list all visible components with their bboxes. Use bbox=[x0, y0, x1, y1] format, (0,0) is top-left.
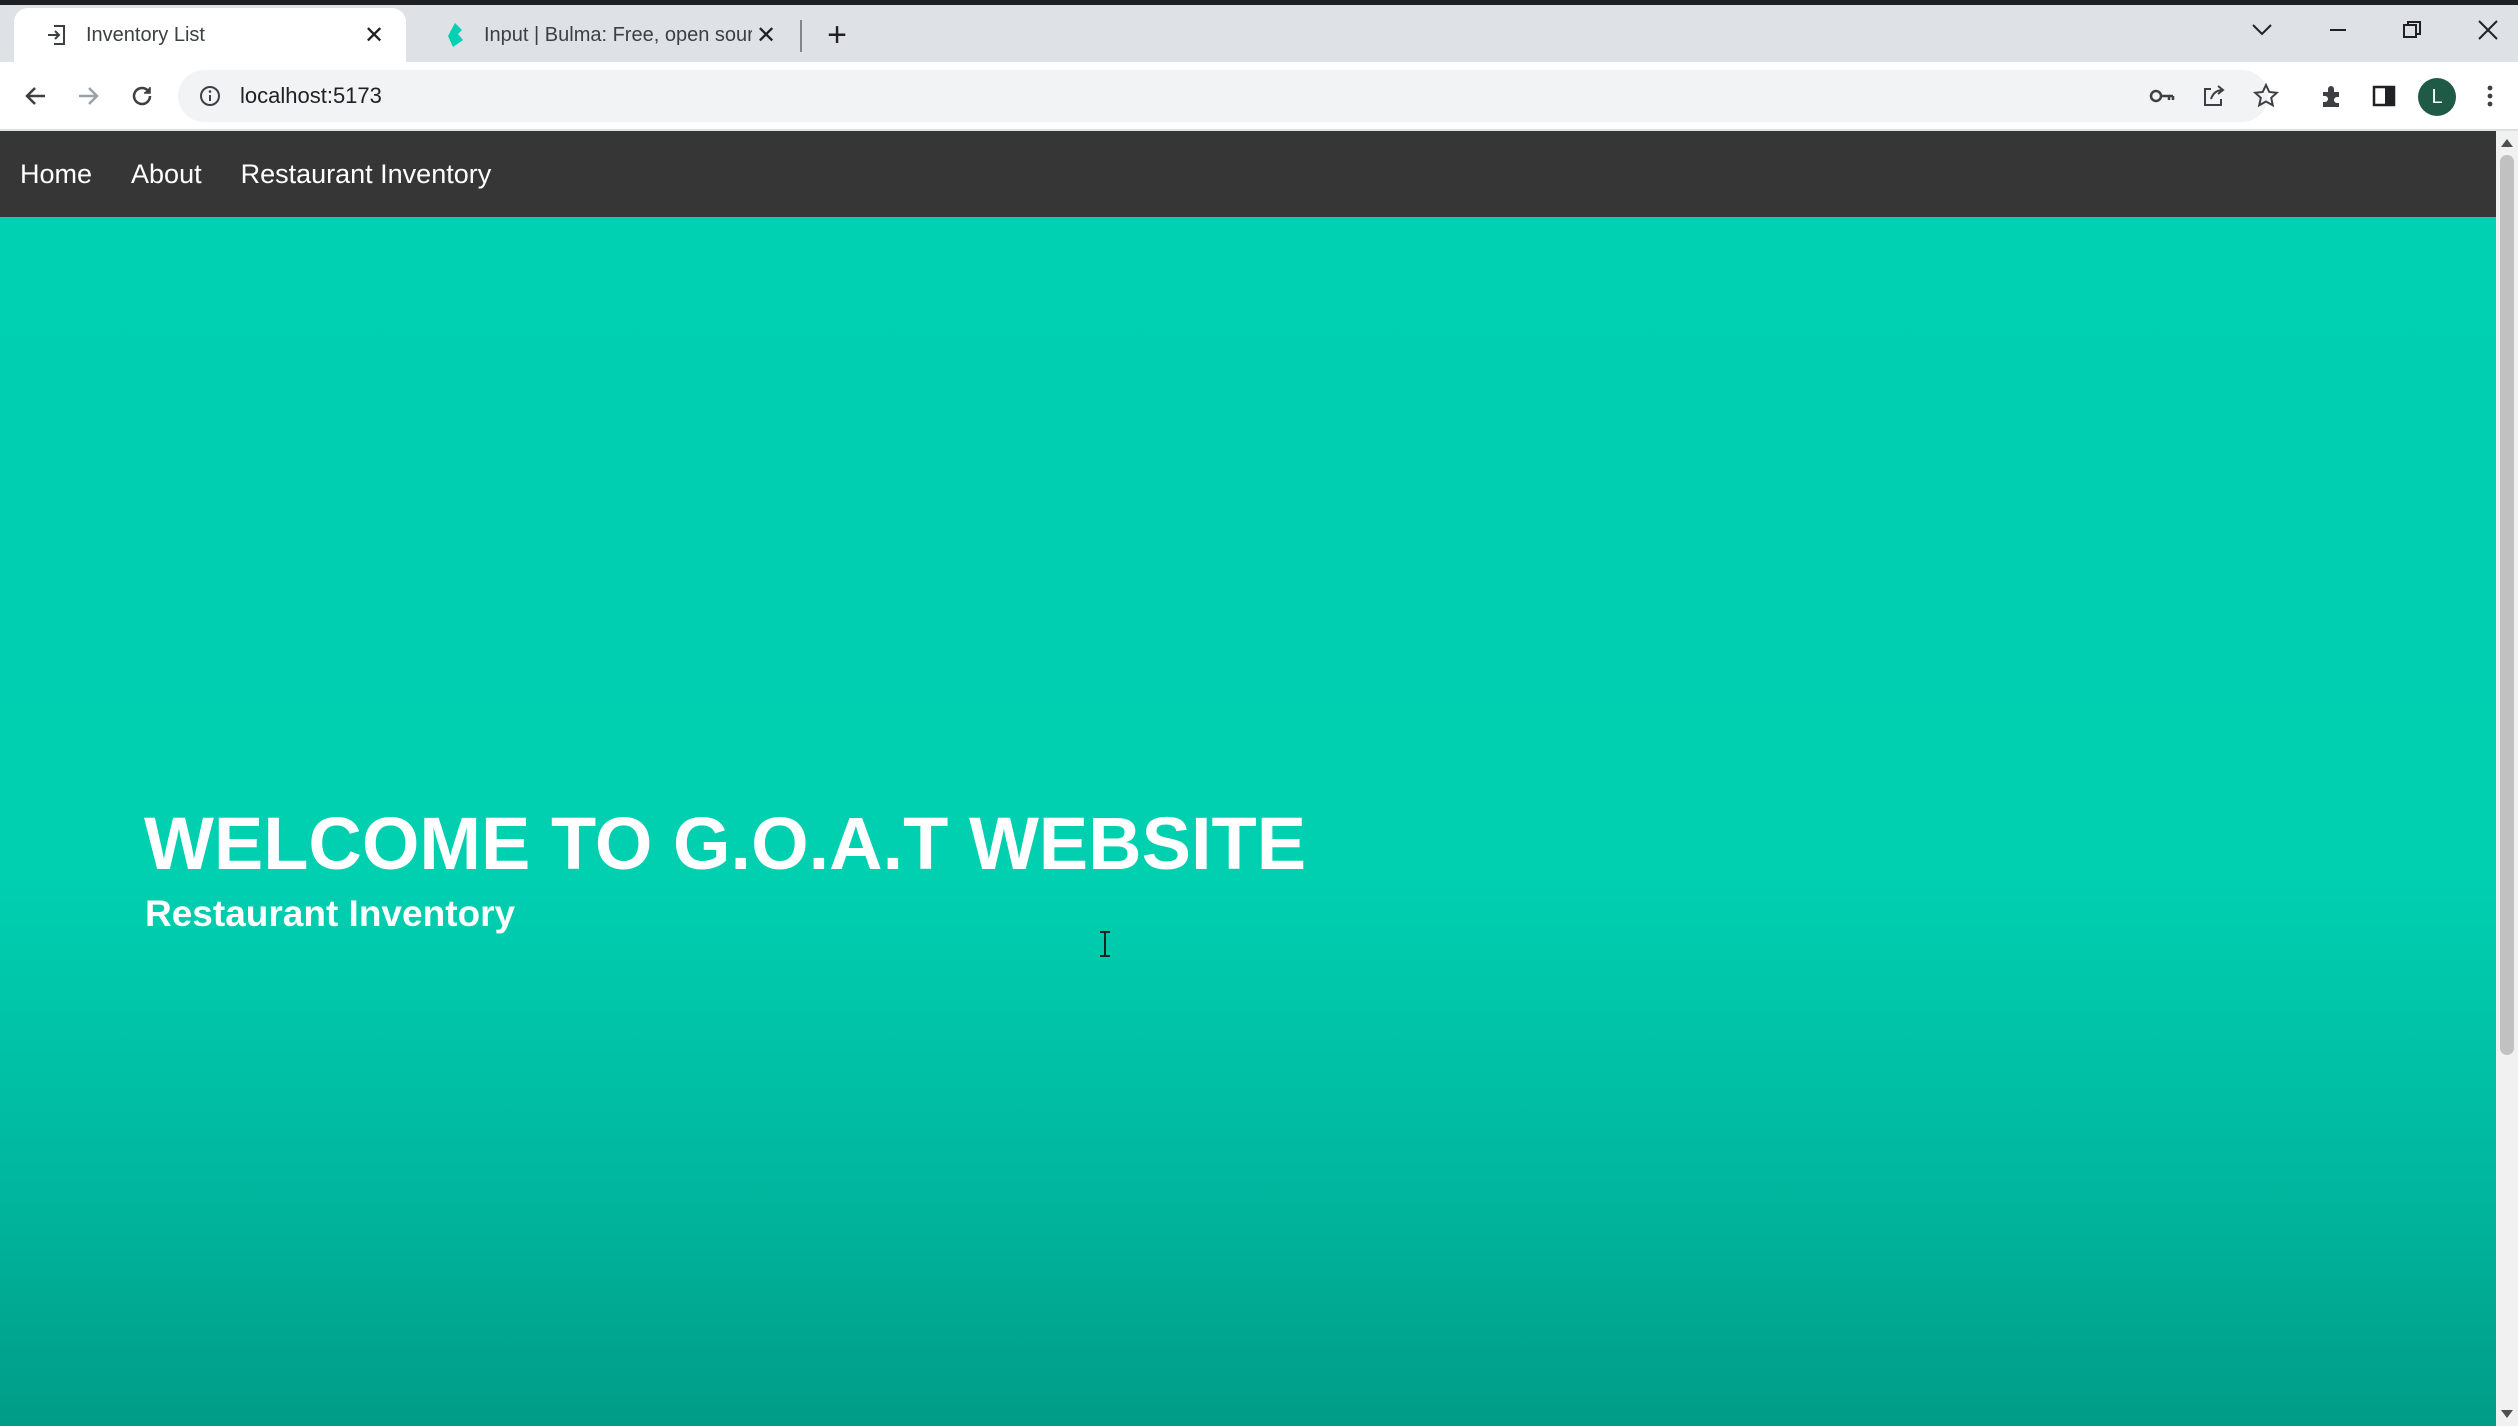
hero-subtitle: Restaurant Inventory bbox=[145, 893, 516, 934]
tab-bulma-input[interactable]: Input | Bulma: Free, open source ✕ bbox=[412, 8, 798, 62]
window-top-border bbox=[0, 0, 2518, 5]
nav-about-link[interactable]: About bbox=[131, 159, 202, 190]
tab-title: Input | Bulma: Free, open source bbox=[484, 23, 752, 46]
back-arrow-icon[interactable] bbox=[16, 76, 56, 116]
bulma-icon bbox=[442, 22, 468, 48]
site-info-icon[interactable] bbox=[192, 78, 228, 114]
scroll-down-icon[interactable] bbox=[2501, 1410, 2513, 1418]
minimize-icon[interactable] bbox=[2318, 12, 2358, 48]
close-window-icon[interactable] bbox=[2468, 12, 2508, 48]
bookmark-star-icon[interactable] bbox=[2246, 76, 2286, 116]
hero-section: WELCOME TO G.O.A.T WEBSITE Restaurant In… bbox=[0, 217, 2496, 1426]
address-bar[interactable]: localhost:5173 bbox=[178, 70, 2268, 122]
tab-separator bbox=[800, 20, 802, 52]
close-tab-icon[interactable]: ✕ bbox=[752, 21, 780, 49]
nav-restaurant-inventory-link[interactable]: Restaurant Inventory bbox=[241, 159, 492, 190]
forward-arrow-icon[interactable] bbox=[68, 76, 108, 116]
side-panel-icon[interactable] bbox=[2364, 76, 2404, 116]
more-menu-icon[interactable] bbox=[2470, 76, 2510, 116]
scrollbar-thumb[interactable] bbox=[2500, 155, 2514, 1055]
scroll-up-icon[interactable] bbox=[2501, 139, 2513, 147]
page-viewport: Home About Restaurant Inventory WELCOME … bbox=[0, 131, 2496, 1426]
new-tab-icon[interactable]: + bbox=[818, 16, 856, 54]
nav-home-link[interactable]: Home bbox=[20, 159, 92, 190]
hero-title: WELCOME TO G.O.A.T WEBSITE bbox=[144, 802, 1307, 885]
text-cursor-icon bbox=[1100, 931, 1110, 957]
profile-initial: L bbox=[2431, 85, 2443, 108]
browser-toolbar: localhost:5173 bbox=[0, 62, 2518, 130]
share-icon[interactable] bbox=[2194, 76, 2234, 116]
tab-title: Inventory List bbox=[86, 23, 205, 46]
reload-icon[interactable] bbox=[122, 76, 162, 116]
site-navbar: Home About Restaurant Inventory bbox=[0, 131, 2496, 217]
profile-avatar[interactable]: L bbox=[2418, 78, 2456, 116]
extensions-icon[interactable] bbox=[2312, 76, 2352, 116]
tab-search-icon[interactable] bbox=[2242, 12, 2282, 48]
key-icon[interactable] bbox=[2142, 76, 2182, 116]
close-tab-icon[interactable]: ✕ bbox=[360, 21, 388, 49]
url-text: localhost:5173 bbox=[240, 83, 382, 108]
restore-icon[interactable] bbox=[2392, 12, 2432, 48]
page-scrollbar[interactable] bbox=[2496, 131, 2518, 1426]
browser-tab-strip: Inventory List ✕ Input | Bulma: Free, op… bbox=[0, 0, 2518, 62]
login-icon bbox=[44, 22, 70, 48]
tab-inventory-list[interactable]: Inventory List ✕ bbox=[14, 8, 406, 62]
